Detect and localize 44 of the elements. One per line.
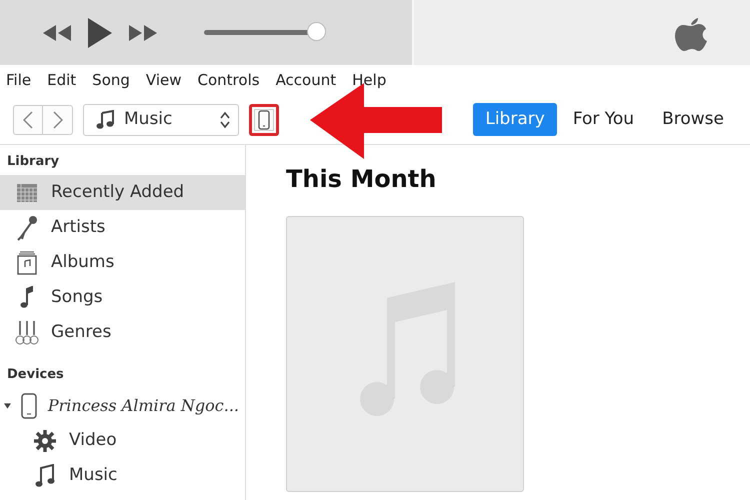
grid-icon xyxy=(16,182,38,202)
menu-item[interactable]: Help xyxy=(352,68,394,92)
expanded-caret-icon[interactable] xyxy=(4,402,11,410)
source-dropdown[interactable]: Music xyxy=(83,104,239,136)
menu-item[interactable]: Edit xyxy=(47,68,84,92)
back-button[interactable] xyxy=(13,104,43,134)
section-title: This Month xyxy=(286,165,438,194)
music-note-icon xyxy=(20,286,34,310)
music-note-icon xyxy=(96,110,114,130)
phone-icon xyxy=(21,392,38,418)
rewind-icon[interactable] xyxy=(42,22,72,42)
tab[interactable]: For You xyxy=(560,102,646,136)
menu-item[interactable]: View xyxy=(146,68,190,92)
sidebar-item[interactable]: Artists xyxy=(0,210,245,245)
updown-caret-icon xyxy=(220,110,230,128)
fast-forward-icon[interactable] xyxy=(128,22,158,42)
music-notes-icon xyxy=(35,464,55,488)
microphone-icon xyxy=(16,214,38,240)
section-heading: Library xyxy=(6,153,60,171)
menu-item[interactable]: File xyxy=(6,68,40,92)
forward-icon xyxy=(52,110,62,128)
sidebar-item[interactable]: Princess Almira Ngoc... xyxy=(0,388,245,423)
back-icon xyxy=(23,110,33,128)
album-icon xyxy=(17,250,37,274)
forward-button[interactable] xyxy=(43,104,73,134)
sidebar-item[interactable]: Video xyxy=(0,423,245,458)
sidebar-item[interactable]: Genres xyxy=(0,315,245,350)
sidebar-item[interactable]: Songs xyxy=(0,280,245,315)
sidebar-item[interactable]: Albums xyxy=(0,245,245,280)
tab[interactable]: Browse xyxy=(650,102,736,136)
menu-item[interactable]: Account xyxy=(276,68,344,92)
menu-item[interactable]: Controls xyxy=(198,68,268,92)
source-label: Music xyxy=(124,108,174,131)
tab[interactable]: Library xyxy=(473,102,557,136)
play-icon[interactable] xyxy=(86,16,114,48)
gear-icon xyxy=(33,428,57,452)
section-heading: Devices xyxy=(6,366,65,384)
sidebar-item[interactable]: Music xyxy=(0,458,245,493)
guitars-icon xyxy=(15,320,39,346)
menu-item[interactable]: Song xyxy=(92,68,138,92)
device-button[interactable] xyxy=(249,104,279,136)
sidebar-item[interactable]: Recently Added xyxy=(0,175,245,210)
slider-thumb[interactable] xyxy=(306,22,326,41)
phone-icon xyxy=(258,110,270,130)
